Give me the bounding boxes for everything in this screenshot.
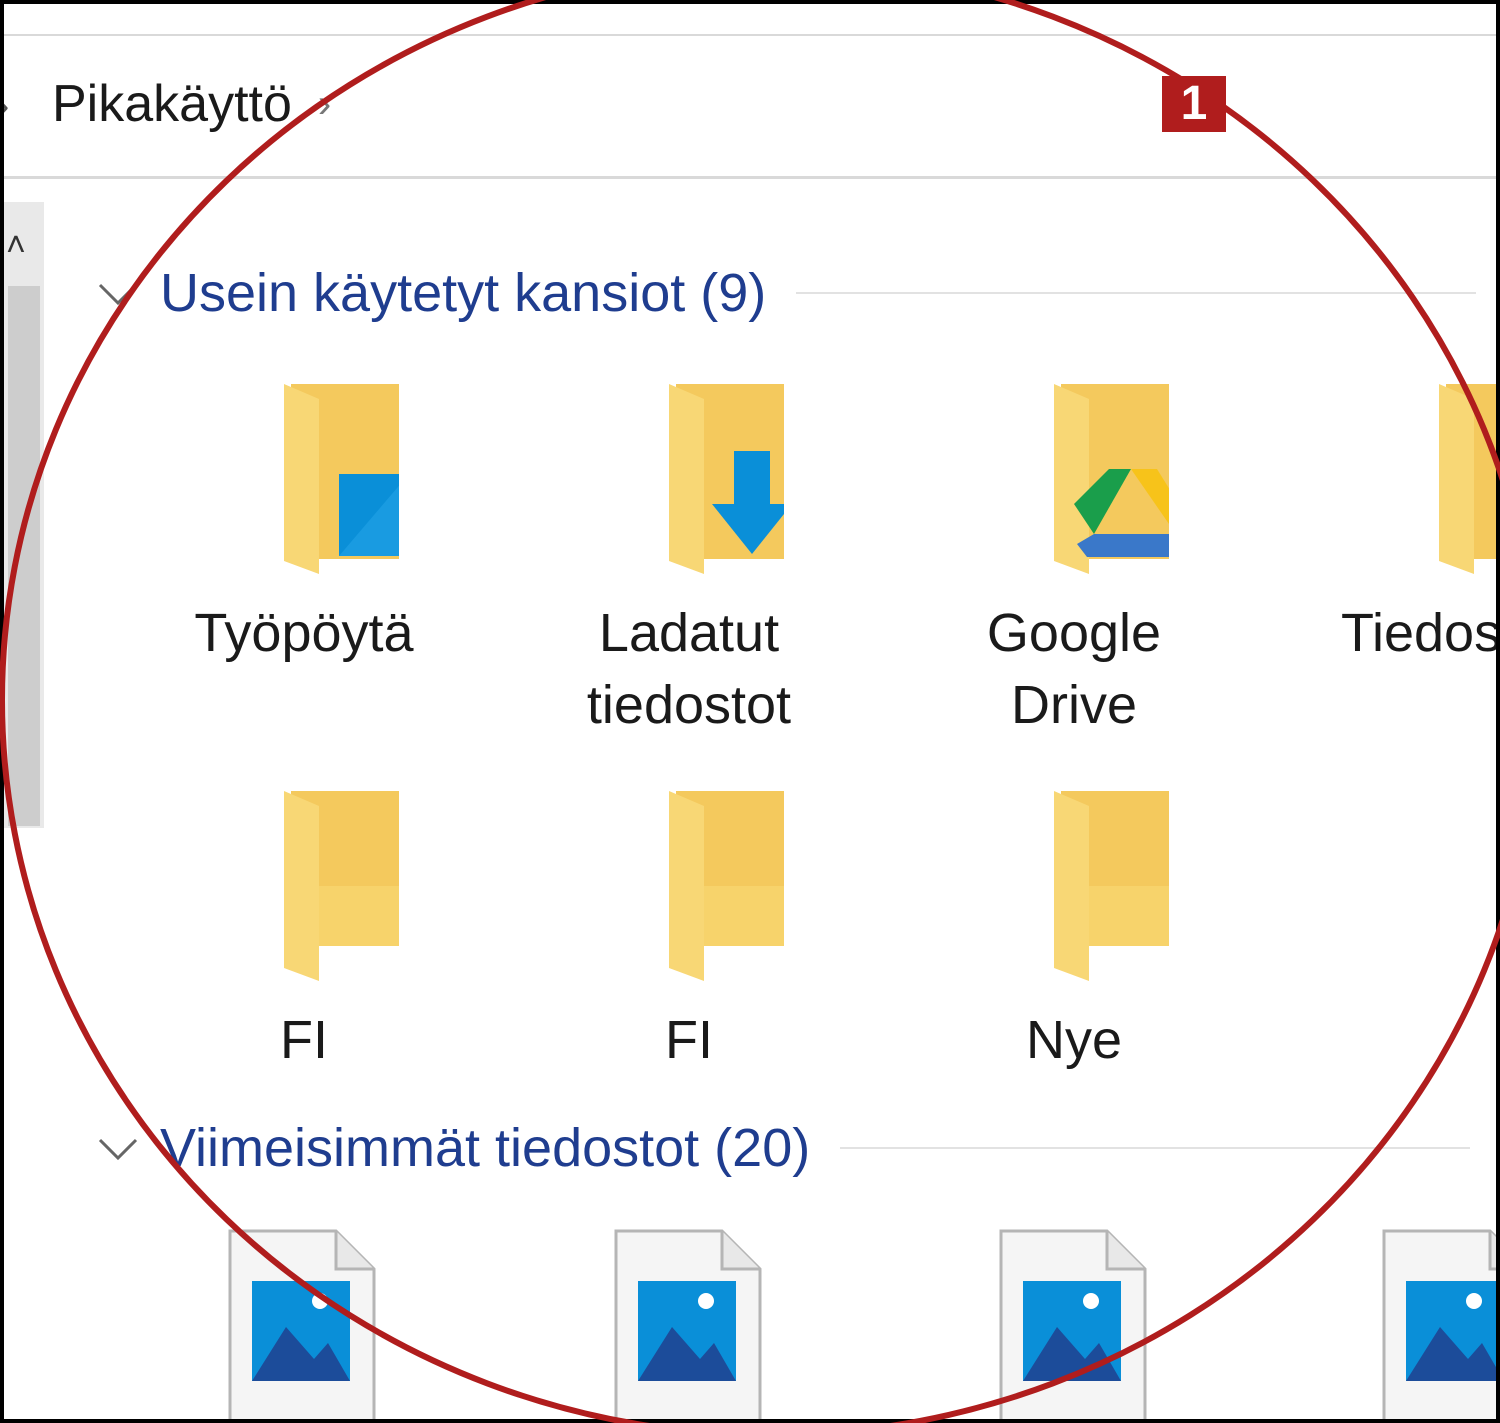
folder-item-nye[interactable]: Nye <box>924 786 1224 1076</box>
folder-item-documents[interactable]: A Tiedos <box>1309 379 1500 669</box>
image-file-icon <box>999 1229 1147 1419</box>
back-arrow-icon[interactable]: › <box>4 84 9 129</box>
breadcrumb[interactable]: Pikakäyttö › <box>52 74 331 134</box>
image-file-icon <box>1382 1229 1496 1419</box>
group-title-frequent-folders: Usein käytetyt kansiot (9) <box>160 263 767 323</box>
folder-icon <box>669 791 784 981</box>
desktop-folder-icon <box>284 384 399 574</box>
folder-icon <box>1054 791 1169 981</box>
image-file-icon <box>614 1229 762 1419</box>
folder-label: FI <box>665 1010 713 1070</box>
folder-item-fi-2[interactable]: FI <box>539 786 839 1076</box>
folder-item-google-drive[interactable]: Google Drive <box>924 379 1224 741</box>
recent-file-item[interactable] <box>614 1229 784 1419</box>
downloads-folder-icon <box>669 384 784 574</box>
folder-item-fi[interactable]: FI <box>154 786 454 1076</box>
group-divider <box>796 292 1477 294</box>
group-header-recent-files[interactable]: Viimeisimmät tiedostot (20) <box>94 1117 1471 1179</box>
annotation-badge: 1 <box>1162 76 1226 132</box>
recent-file-item[interactable] <box>1382 1229 1496 1419</box>
google-drive-folder-icon <box>1054 384 1169 574</box>
folder-label: Tiedos <box>1341 603 1500 663</box>
folder-item-downloads[interactable]: Ladatut tiedostot <box>539 379 839 741</box>
file-explorer-window: › Pikakäyttö › ˄ Usein käytetyt kansiot … <box>0 0 1500 1423</box>
folder-label: Nye <box>1025 1010 1123 1070</box>
folder-label: FI <box>280 1010 328 1070</box>
group-title-recent-files: Viimeisimmät tiedostot (20) <box>160 1118 811 1178</box>
scrollbar-thumb[interactable] <box>8 286 40 826</box>
folder-label: Työpöytä <box>194 603 414 663</box>
window-top-divider <box>4 34 1496 36</box>
recent-file-item[interactable] <box>999 1229 1169 1419</box>
folder-item-desktop[interactable]: Työpöytä <box>154 379 454 669</box>
navigation-pane-scrollbar[interactable] <box>4 202 44 828</box>
breadcrumb-separator-icon[interactable]: › <box>318 82 331 127</box>
chevron-down-icon[interactable] <box>94 269 142 317</box>
navigation-expand-icon[interactable]: ˄ <box>6 226 26 265</box>
documents-folder-icon: A <box>1439 384 1496 574</box>
breadcrumb-quick-access[interactable]: Pikakäyttö <box>52 74 292 134</box>
folder-label-line2: tiedostot <box>586 675 792 735</box>
group-header-frequent-folders[interactable]: Usein käytetyt kansiot (9) <box>94 262 1477 324</box>
folder-label-line1: Ladatut <box>598 603 780 663</box>
chevron-down-icon[interactable] <box>94 1124 142 1172</box>
group-divider <box>840 1147 1471 1149</box>
address-bar-divider <box>4 176 1496 179</box>
folder-label-line1: Google <box>986 603 1162 663</box>
recent-file-item[interactable] <box>228 1229 398 1419</box>
folder-icon <box>284 791 399 981</box>
folder-label-line2: Drive <box>1010 675 1137 735</box>
image-file-icon <box>228 1229 376 1419</box>
